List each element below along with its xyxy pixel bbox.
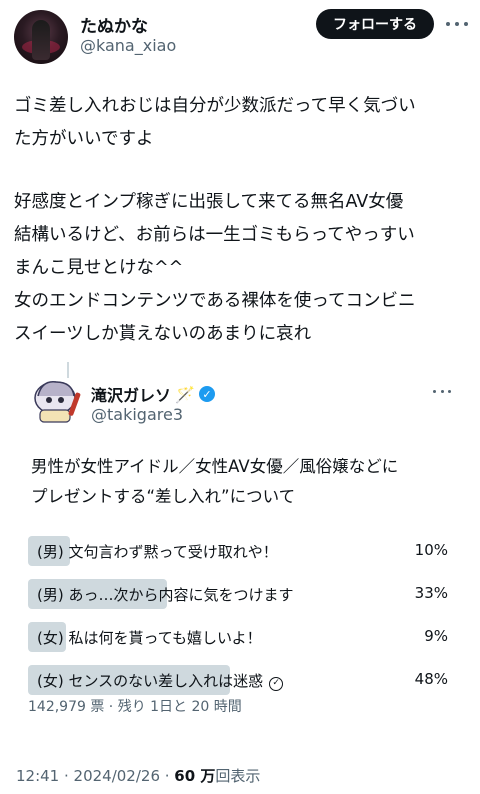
poll-option: (男) 文句言わず黙って受け取れや！ 10% — [28, 536, 448, 566]
tweet-line: 女のエンドコンテンツである裸体を使ってコンビニ — [14, 291, 416, 311]
poll-option-label: (男) あっ…次から内容に気をつけます — [37, 586, 294, 604]
tweet-footer: 12:41 · 2024/02/26 · 60 万回表示 — [16, 765, 260, 786]
quoted-line: 男性が女性アイドル／女性AV女優／風俗嬢などに — [31, 457, 399, 476]
poll-option-percent: 10% — [414, 541, 448, 559]
quoted-author-handle[interactable]: @takigare3 — [91, 405, 183, 424]
poll-meta: 142,979 票 · 残り 1日と 20 時間 — [28, 699, 242, 715]
quoted-more-icon[interactable] — [433, 388, 451, 394]
tweet-line: た方がいいですよ — [14, 129, 154, 149]
follow-button[interactable]: フォローする — [316, 9, 434, 39]
tweet-line: スイーツしか貰えないのあまりに哀れ — [14, 324, 312, 344]
wand-icon: 🪄 — [175, 384, 195, 404]
tweet-line: 結構いるけど、お前らは一生ゴミもらってやっすい — [14, 225, 415, 245]
poll-option-percent: 9% — [424, 627, 448, 645]
more-options-icon[interactable] — [446, 14, 468, 34]
author-handle[interactable]: @kana_xiao — [80, 36, 176, 55]
tweet-line: ゴミ差し入れおじは自分が少数派だって早く気づい — [14, 96, 416, 116]
tweet-header: たぬかな @kana_xiao フォローする — [0, 0, 480, 80]
quoted-author-avatar[interactable] — [28, 376, 88, 426]
tweet-text: ゴミ差し入れおじは自分が少数派だって早く気づい た方がいいですよ 好感度とインプ… — [14, 90, 474, 351]
quoted-line: プレゼントする“差し入れ”について — [31, 487, 296, 506]
poll-option-label: (男) 文句言わず黙って受け取れや！ — [37, 543, 278, 561]
tweet-line: まんこ見せとけな^^ — [14, 258, 184, 278]
tweet-line: 好感度とインプ稼ぎに出張して来てる無名AV女優 — [14, 192, 404, 212]
avatar-figure — [32, 20, 50, 60]
view-count: 60 万 — [174, 767, 216, 785]
quoted-display-name: 滝沢ガレソ — [91, 386, 172, 405]
author-avatar[interactable] — [14, 10, 68, 64]
timestamp[interactable]: 12:41 · 2024/02/26 · — [16, 767, 174, 785]
poll-option-percent: 33% — [414, 584, 448, 602]
view-count-suffix: 回表示 — [215, 767, 261, 785]
check-circle-icon: ✓ — [269, 677, 284, 691]
author-display-name[interactable]: たぬかな — [80, 12, 148, 37]
verified-badge-icon: ✓ — [198, 386, 215, 402]
poll-option-label: (女) センスのない差し入れは迷惑 ✓ — [37, 670, 284, 691]
quoted-author-name[interactable]: 滝沢ガレソ 🪄 ✓ — [91, 382, 215, 406]
poll-option: (男) あっ…次から内容に気をつけます 33% — [28, 579, 448, 609]
poll-option: (女) センスのない差し入れは迷惑 ✓ 48% — [28, 665, 448, 695]
poll: (男) 文句言わず黙って受け取れや！ 10% (男) あっ…次から内容に気をつけます… — [28, 536, 448, 708]
poll-option-percent: 48% — [414, 670, 448, 688]
quoted-text: 男性が女性アイドル／女性AV女優／風俗嬢などに プレゼントする“差し入れ”につい… — [31, 452, 461, 512]
poll-option: (女) 私は何を貰っても嬉しいよ！ 9% — [28, 622, 448, 652]
poll-option-label: (女) 私は何を貰っても嬉しいよ！ — [37, 629, 262, 647]
